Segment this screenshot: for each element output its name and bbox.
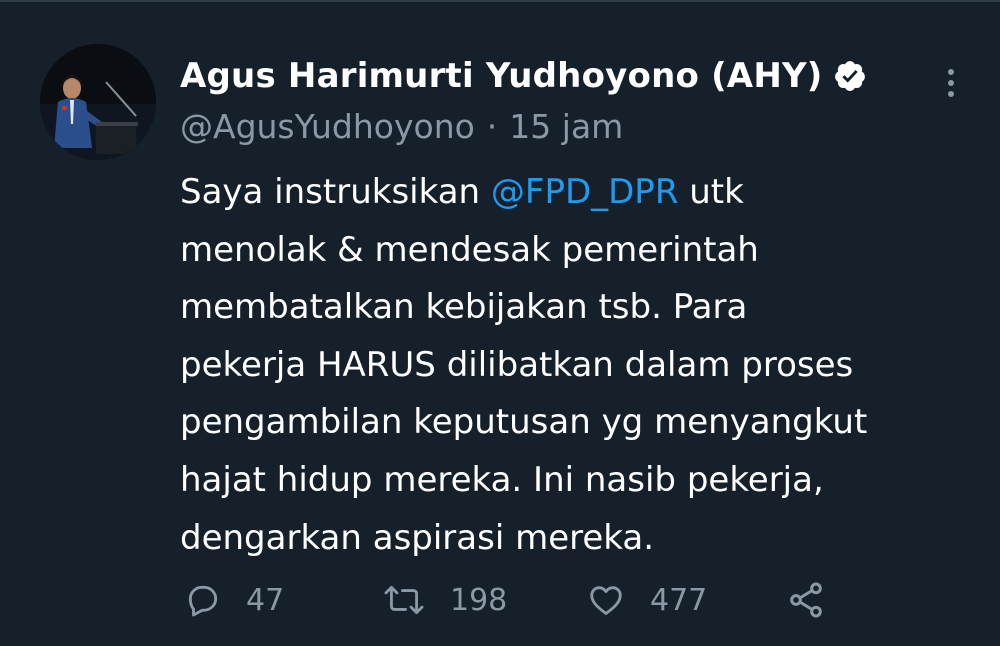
author-row: Agus Harimurti Yudhoyono (AHY) (180, 50, 867, 102)
tweet-timestamp[interactable]: 15 jam (509, 107, 623, 146)
author-display-name[interactable]: Agus Harimurti Yudhoyono (AHY) (180, 56, 823, 96)
like-button[interactable]: 477 (586, 576, 707, 624)
meta-separator: · (486, 106, 498, 146)
tweet-text-line: Saya instruksikan @FPD_DPR utk (180, 164, 970, 222)
tweet-text-line: membatalkan kebijakan tsb. Para (180, 287, 748, 328)
retweet-count: 198 (450, 582, 508, 618)
verified-badge-icon (833, 59, 867, 93)
avatar-photo (40, 44, 156, 160)
retweet-icon (382, 581, 426, 619)
share-button[interactable] (786, 576, 826, 624)
author-handle[interactable]: @AgusYudhoyono (180, 107, 475, 146)
top-divider (0, 0, 1000, 2)
avatar[interactable] (40, 44, 156, 160)
mention-link[interactable]: @FPD_DPR (491, 172, 679, 212)
like-count: 477 (650, 582, 708, 618)
reply-button[interactable]: 47 (184, 576, 284, 624)
share-icon (786, 580, 826, 620)
reply-bubble-icon (184, 581, 222, 619)
more-vertical-icon[interactable] (938, 66, 964, 100)
tweet-text-line: dengarkan aspirasi mereka. (180, 517, 655, 558)
tweet-text-line: pengambilan keputusan yg menyangkut (180, 402, 868, 443)
tweet-text-line: menolak & mendesak pemerintah (180, 229, 759, 270)
tweet-text-line: pekerja HARUS dilibatkan dalam proses (180, 344, 854, 385)
tweet-text: Saya instruksikan @FPD_DPR utk menolak &… (180, 164, 970, 567)
tweet-text-segment: Saya instruksikan (180, 172, 491, 212)
tweet-meta: @AgusYudhoyono · 15 jam (180, 104, 623, 148)
retweet-button[interactable]: 198 (382, 576, 507, 624)
heart-icon (586, 581, 626, 619)
tweet-actions: 47 198 477 (184, 576, 964, 624)
tweet-text-line: hajat hidup mereka. Ini nasib pekerja, (180, 459, 824, 500)
tweet-text-segment: utk (678, 172, 744, 212)
reply-count: 47 (246, 582, 285, 618)
